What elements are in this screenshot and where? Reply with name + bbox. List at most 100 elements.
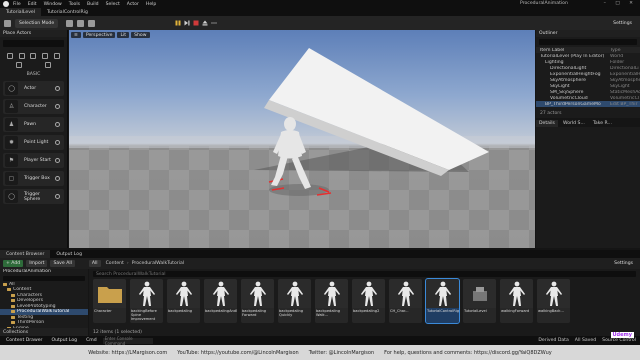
outliner-row[interactable]: VolumetricCloud VolumetricCl bbox=[536, 95, 640, 101]
menu-help[interactable]: Help bbox=[146, 2, 156, 7]
eject-icon[interactable] bbox=[202, 20, 208, 26]
blueprint-icon[interactable] bbox=[77, 19, 85, 27]
breadcrumb-content[interactable]: Content bbox=[106, 261, 124, 266]
asset-label: backpedaling bbox=[168, 309, 193, 313]
asset-tile[interactable]: walkingBack... bbox=[537, 279, 570, 323]
all-saved-button[interactable]: All Saved bbox=[575, 338, 596, 343]
recent-icon[interactable] bbox=[6, 53, 13, 59]
skip-icon[interactable] bbox=[184, 20, 190, 26]
outliner-row[interactable]: ExponentialHeightFog ExponentialH bbox=[536, 71, 640, 77]
outliner-row[interactable]: SM_SkySphere StaticMeshAc bbox=[536, 89, 640, 95]
info-icon[interactable] bbox=[55, 140, 60, 145]
outliner-row[interactable]: SkyLight SkyLight bbox=[536, 83, 640, 89]
save-icon[interactable] bbox=[4, 19, 11, 27]
place-item-point-light[interactable]: ✹ Point Light bbox=[3, 135, 64, 150]
import-button[interactable]: Import bbox=[26, 260, 48, 267]
menu-file[interactable]: File bbox=[13, 2, 21, 7]
pause-icon[interactable] bbox=[175, 20, 181, 26]
collections-header[interactable]: Collections bbox=[0, 328, 88, 336]
asset-tile[interactable]: backpedaling Walk... bbox=[315, 279, 348, 323]
asset-tile[interactable]: TutorialControlRig bbox=[425, 278, 460, 324]
volumes-icon[interactable] bbox=[15, 62, 22, 68]
viewport-show-button[interactable]: Show bbox=[131, 32, 150, 39]
asset-search-input[interactable]: Search ProceduralWalkTutorial bbox=[93, 271, 636, 277]
menu-actor[interactable]: Actor bbox=[127, 2, 139, 7]
tab-tutorial-level[interactable]: TutorialLevel bbox=[0, 8, 42, 16]
visual-effects-icon[interactable] bbox=[54, 53, 61, 59]
info-icon[interactable] bbox=[55, 86, 60, 91]
save-all-button[interactable]: Save All bbox=[50, 260, 75, 267]
shapes-icon[interactable] bbox=[42, 53, 49, 59]
settings-button[interactable]: Settings bbox=[609, 19, 636, 28]
add-actor-icon[interactable] bbox=[66, 19, 74, 27]
outliner-row[interactable]: Lighting Folder bbox=[536, 59, 640, 65]
point-light-icon: ✹ bbox=[5, 136, 18, 149]
info-icon[interactable] bbox=[55, 158, 60, 163]
outliner-row[interactable]: DirectionalLight DirectionalLi bbox=[536, 65, 640, 71]
tab-content-browser[interactable]: Content Browser bbox=[0, 250, 51, 258]
place-actors-search[interactable] bbox=[3, 40, 64, 47]
stop-icon[interactable] bbox=[193, 20, 199, 26]
column-type[interactable]: Type bbox=[610, 48, 640, 53]
asset-tile[interactable]: backpedaling bbox=[167, 279, 200, 323]
tree-root[interactable]: ProceduralAnimation bbox=[0, 269, 88, 275]
selection-mode-button[interactable]: Selection Mode bbox=[15, 18, 59, 28]
output-log-button[interactable]: Output Log bbox=[48, 337, 80, 344]
column-item-label[interactable]: Item Label bbox=[540, 48, 610, 53]
asset-tile[interactable]: CH_Char... bbox=[389, 279, 422, 323]
lights-icon[interactable] bbox=[30, 53, 37, 59]
outliner-row[interactable]: BP_ThirdPersonGameMo Edit BP_Thir bbox=[536, 101, 640, 107]
tab-details[interactable]: Details bbox=[536, 120, 558, 127]
more-options-icon[interactable] bbox=[211, 20, 217, 26]
viewport-lit-button[interactable]: Lit bbox=[117, 32, 130, 39]
menu-edit[interactable]: Edit bbox=[28, 2, 37, 7]
cmd-button[interactable]: Cmd bbox=[83, 337, 100, 344]
asset-tile[interactable]: backpedaling Quickly bbox=[278, 279, 311, 323]
info-icon[interactable] bbox=[55, 104, 60, 109]
asset-tile[interactable]: TutorialLevel bbox=[463, 279, 496, 323]
tab-world-settings[interactable]: World S... bbox=[560, 120, 588, 127]
basic-icon[interactable] bbox=[18, 53, 25, 59]
place-item-actor[interactable]: ◯ Actor bbox=[3, 81, 64, 96]
menu-select[interactable]: Select bbox=[106, 2, 120, 7]
place-item-pawn[interactable]: ♟ Pawn bbox=[3, 117, 64, 132]
outliner-row[interactable]: TutorialLevel (Play In Editor) World bbox=[536, 53, 640, 59]
content-drawer-button[interactable]: Content Drawer bbox=[3, 337, 45, 344]
cinematics-icon[interactable] bbox=[88, 19, 96, 27]
all-button[interactable]: All bbox=[88, 260, 101, 267]
place-item-trigger-box[interactable]: ▢ Trigger Box bbox=[3, 171, 64, 186]
all-classes-icon[interactable] bbox=[45, 62, 52, 68]
cb-settings-button[interactable]: Settings bbox=[611, 260, 636, 267]
asset-tile[interactable]: backingBefore Spine Improvement bbox=[130, 279, 163, 323]
asset-tile[interactable]: backpedaling2 bbox=[352, 279, 385, 323]
asset-tile[interactable]: backpedalingAndMore... bbox=[204, 279, 237, 323]
viewport-perspective-button[interactable]: Perspective bbox=[82, 32, 116, 39]
menu-tools[interactable]: Tools bbox=[69, 2, 80, 7]
tree-search[interactable] bbox=[3, 275, 85, 281]
menu-build[interactable]: Build bbox=[87, 2, 99, 7]
asset-tile[interactable]: Character bbox=[93, 279, 126, 323]
asset-tile[interactable]: backpedaling Forward bbox=[241, 279, 274, 323]
add-button[interactable]: + Add bbox=[3, 260, 24, 267]
window-controls[interactable]: – □ ✕ bbox=[604, 1, 637, 6]
level-viewport[interactable]: ≡ Perspective Lit Show bbox=[69, 30, 535, 248]
unreal-logo-icon[interactable] bbox=[3, 1, 9, 7]
source-control-button[interactable]: Source Control bbox=[602, 338, 636, 343]
console-command-input[interactable]: Enter Console Command bbox=[102, 336, 153, 346]
place-item-trigger-sphere[interactable]: ◯ Trigger Sphere bbox=[3, 189, 64, 204]
derived-data-button[interactable]: Derived Data bbox=[538, 338, 568, 343]
place-item-player-start[interactable]: ⚑ Player Start bbox=[3, 153, 64, 168]
viewport-options-button[interactable]: ≡ bbox=[71, 32, 81, 39]
info-icon[interactable] bbox=[55, 194, 60, 199]
breadcrumb-folder[interactable]: ProceduralWalkTutorial bbox=[132, 261, 184, 266]
asset-tile[interactable]: walkingForward bbox=[500, 279, 533, 323]
tab-take-recorder[interactable]: Take R... bbox=[590, 120, 615, 127]
outliner-row[interactable]: SkyAtmosphere SkyAtmospher bbox=[536, 77, 640, 83]
place-item-character[interactable]: ♙ Character bbox=[3, 99, 64, 114]
outliner-search[interactable] bbox=[539, 39, 637, 45]
menu-window[interactable]: Window bbox=[44, 2, 62, 7]
info-icon[interactable] bbox=[55, 176, 60, 181]
tab-tutorial-control-rig[interactable]: TutorialControlRig bbox=[41, 8, 94, 16]
tab-output-log[interactable]: Output Log bbox=[50, 250, 88, 258]
info-icon[interactable] bbox=[55, 122, 60, 127]
